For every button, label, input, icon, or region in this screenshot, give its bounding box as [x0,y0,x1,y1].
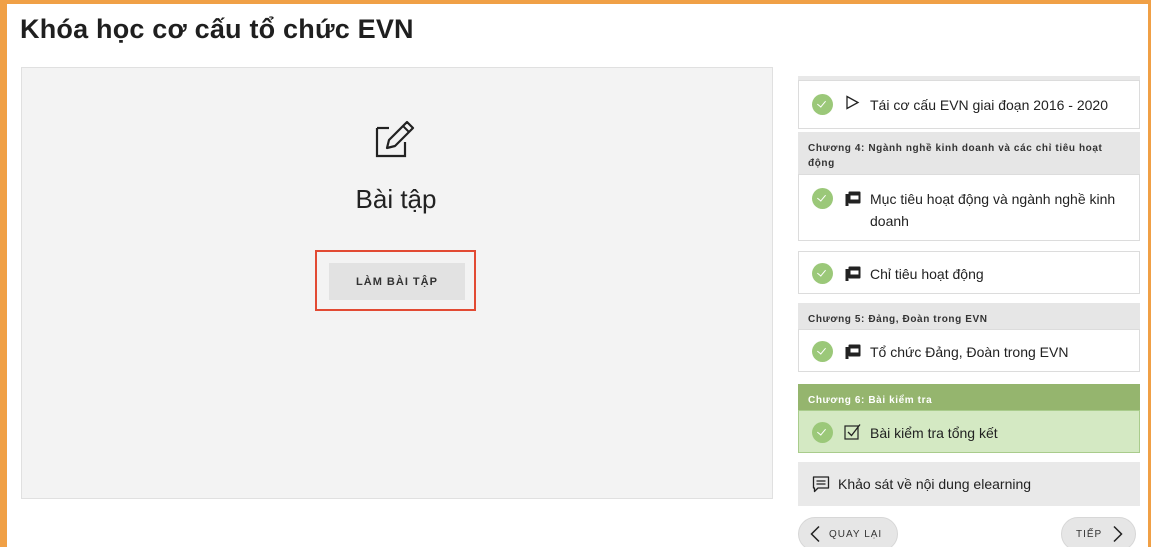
comment-icon [812,475,830,493]
pdf-icon [844,265,861,282]
back-label: QUAY LẠI [829,528,883,540]
lesson-label: Mục tiêu hoạt động và ngành nghề kinh do… [870,188,1115,232]
chevron-right-icon [1112,525,1124,543]
lesson-label: Tái cơ cấu EVN giai đoạn 2016 - 2020 [870,97,1108,113]
completed-check-icon [812,188,833,209]
next-button[interactable]: TIẾP [1061,517,1136,547]
lesson-item-final-test[interactable]: Bài kiểm tra tổng kết [798,410,1140,453]
survey-label: Khảo sát về nội dung elearning [838,476,1032,492]
chevron-left-icon [809,525,821,543]
lesson-item-restructure[interactable]: Tái cơ cấu EVN giai đoạn 2016 - 2020 [798,80,1140,129]
next-label: TIẾP [1076,528,1103,540]
lesson-item-objectives[interactable]: Mục tiêu hoạt động và ngành nghề kinh do… [798,174,1140,241]
lesson-label: Bài kiểm tra tổng kết [870,425,998,441]
back-button[interactable]: QUAY LẠI [798,517,898,547]
do-exercise-button[interactable]: LÀM BÀI TẬP [329,263,465,300]
edit-icon [373,116,417,160]
lesson-item-party[interactable]: Tổ chức Đảng, Đoàn trong EVN [798,329,1140,372]
survey-item[interactable]: Khảo sát về nội dung elearning [798,462,1140,506]
completed-check-icon [812,263,833,284]
lesson-label-line-2: doanh [870,213,909,229]
frame-top-border [0,0,1151,4]
completed-check-icon [812,422,833,443]
pdf-icon [844,343,861,360]
completed-check-icon [812,341,833,362]
lesson-label-line-1: Mục tiêu hoạt động và ngành nghề kinh [870,191,1116,207]
chapter-header-6: Chương 6: Bài kiểm tra [798,384,1140,410]
completed-check-icon [812,94,833,115]
chapter-header-4: Chương 4: Ngành nghề kinh doanh và các c… [798,132,1140,174]
lesson-item-indicators[interactable]: Chỉ tiêu hoạt động [798,251,1140,294]
chapter-header-5: Chương 5: Đảng, Đoàn trong EVN [798,303,1140,329]
page-title: Khóa học cơ cấu tổ chức EVN [20,14,414,44]
lesson-label: Tổ chức Đảng, Đoàn trong EVN [870,344,1069,360]
exercise-title: Bài tập [355,184,437,214]
pdf-icon [844,190,861,207]
frame-left-border [0,0,7,547]
checkbox-icon [844,423,861,440]
play-icon [844,94,861,111]
lesson-label: Chỉ tiêu hoạt động [870,266,984,282]
